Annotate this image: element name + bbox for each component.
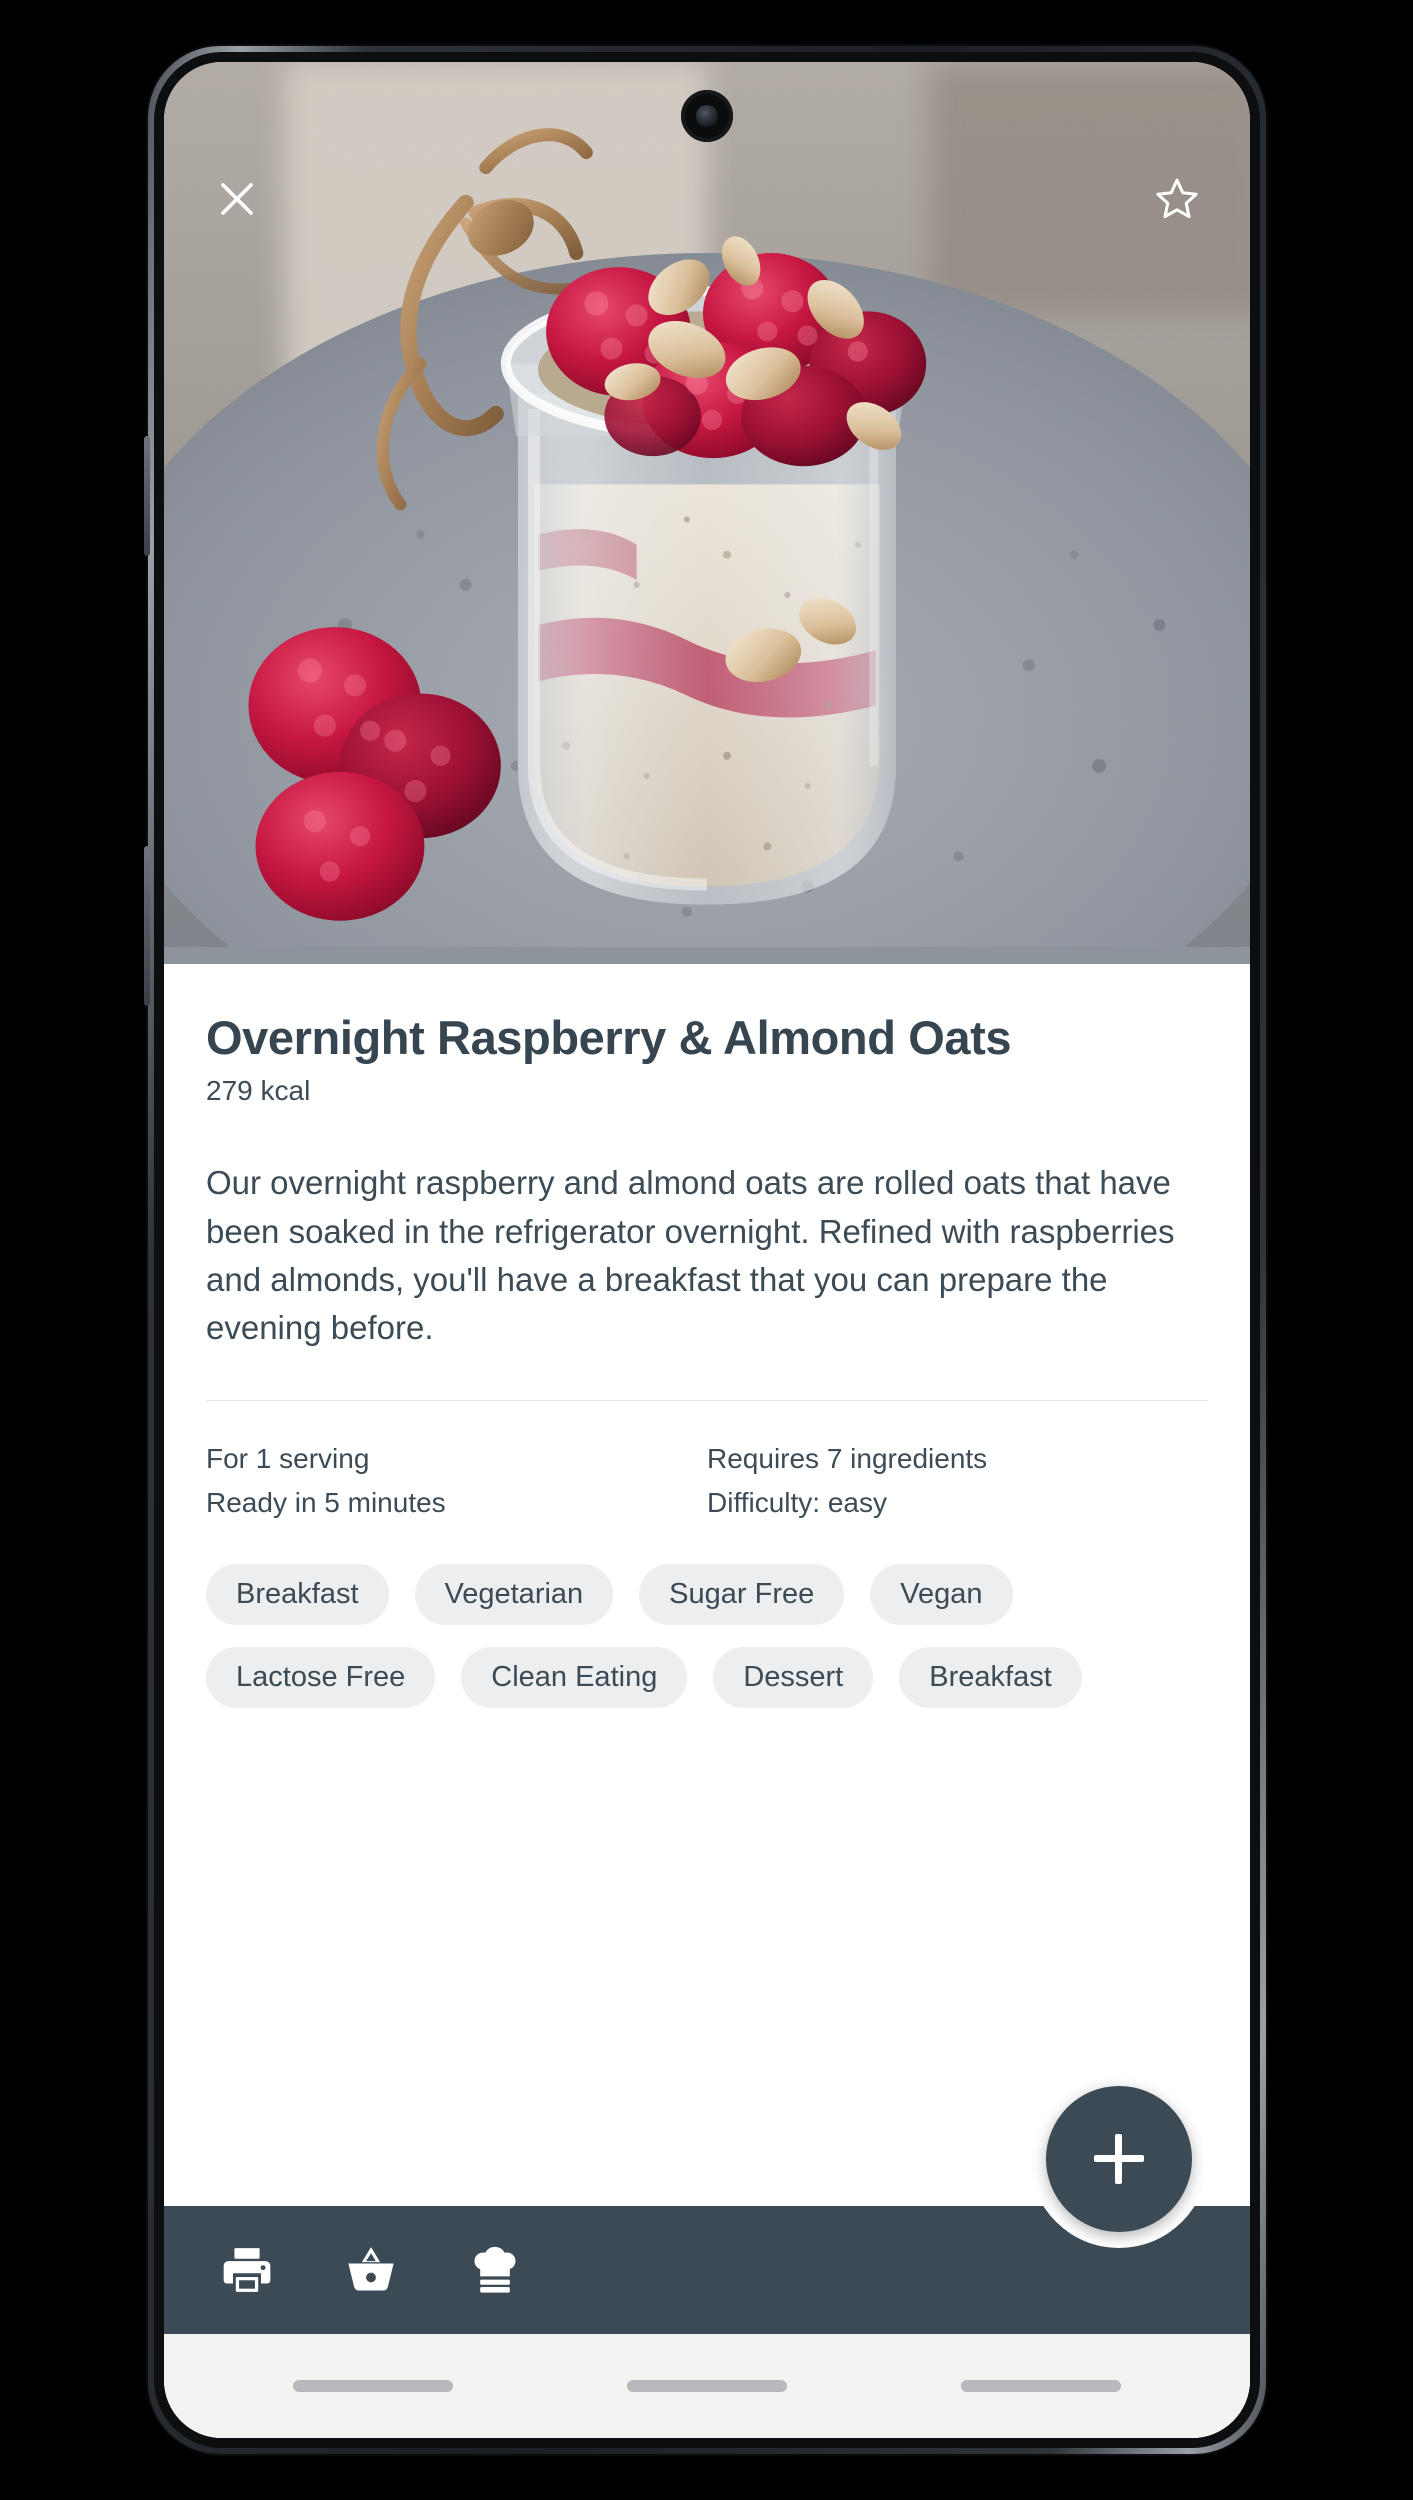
phone-bezel: Overnight Raspberry & Almond Oats 279 kc… bbox=[154, 52, 1260, 2448]
volume-button[interactable] bbox=[144, 436, 150, 556]
favorite-button[interactable] bbox=[1148, 170, 1206, 228]
recipe-description: Our overnight raspberry and almond oats … bbox=[206, 1164, 1175, 1346]
add-button[interactable] bbox=[1046, 2086, 1192, 2232]
system-navigation-bar bbox=[164, 2334, 1250, 2438]
recipe-tag[interactable]: Dessert bbox=[713, 1646, 874, 1708]
cook-mode-button[interactable] bbox=[462, 2237, 528, 2303]
screenshot-stage: Overnight Raspberry & Almond Oats 279 kc… bbox=[0, 0, 1413, 2500]
phone-screen: Overnight Raspberry & Almond Oats 279 kc… bbox=[164, 62, 1250, 2438]
recipe-tag[interactable]: Breakfast bbox=[899, 1646, 1082, 1708]
meta-column-left: For 1 serving Ready in 5 minutes bbox=[206, 1437, 707, 1525]
recipe-tag[interactable]: Vegetarian bbox=[414, 1563, 614, 1625]
recipe-tag-list: Breakfast Vegetarian Sugar Free Vegan La… bbox=[206, 1563, 1208, 1708]
nav-recents-pill[interactable] bbox=[961, 2380, 1121, 2392]
close-icon bbox=[221, 183, 253, 215]
chef-hat-icon bbox=[474, 2246, 516, 2293]
front-camera bbox=[681, 90, 733, 142]
recipe-tag[interactable]: Breakfast bbox=[206, 1563, 389, 1625]
add-action-fab-container bbox=[1030, 2070, 1208, 2248]
recipe-tag[interactable]: Lactose Free bbox=[206, 1646, 436, 1708]
recipe-title: Overnight Raspberry & Almond Oats bbox=[206, 1011, 1012, 1064]
recipe-tag[interactable]: Clean Eating bbox=[461, 1646, 688, 1708]
recipe-meta: For 1 serving Ready in 5 minutes Require… bbox=[206, 1437, 1208, 1525]
meta-servings: For 1 serving bbox=[206, 1443, 370, 1475]
close-button[interactable] bbox=[208, 170, 266, 228]
recipe-tag[interactable]: Vegan bbox=[870, 1563, 1013, 1625]
recipe-tag[interactable]: Sugar Free bbox=[639, 1563, 845, 1625]
nav-home-pill[interactable] bbox=[627, 2380, 787, 2392]
star-outline-icon bbox=[1156, 178, 1198, 219]
meta-difficulty: Difficulty: easy bbox=[707, 1487, 887, 1519]
print-button[interactable] bbox=[214, 2237, 280, 2303]
hero-photo bbox=[164, 62, 1250, 947]
plus-icon bbox=[1094, 2134, 1144, 2184]
section-divider bbox=[206, 1400, 1208, 1402]
recipe-hero-image bbox=[164, 62, 1250, 964]
meta-ingredients: Requires 7 ingredients bbox=[707, 1443, 988, 1475]
printer-icon bbox=[223, 2248, 271, 2292]
nav-back-pill[interactable] bbox=[293, 2380, 453, 2392]
recipe-calories: 279 kcal bbox=[206, 1075, 311, 1107]
shopping-list-button[interactable] bbox=[338, 2237, 404, 2303]
meta-column-right: Requires 7 ingredients Difficulty: easy bbox=[707, 1437, 1208, 1525]
phone-device: Overnight Raspberry & Almond Oats 279 kc… bbox=[144, 46, 1266, 2454]
power-button[interactable] bbox=[144, 846, 150, 1006]
shopping-basket-icon bbox=[348, 2247, 394, 2291]
meta-ready-time: Ready in 5 minutes bbox=[206, 1487, 446, 1519]
